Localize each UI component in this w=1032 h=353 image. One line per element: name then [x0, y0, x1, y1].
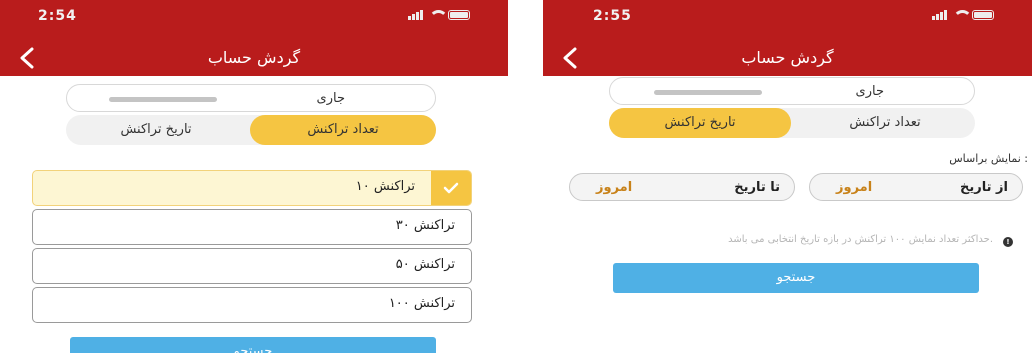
battery-icon: [972, 10, 994, 20]
wifi-icon: [953, 10, 972, 20]
phone-screen-transaction-count: 2:54 گردش حساب جاری تاریخ تراکنش تعداد ت…: [0, 0, 508, 353]
account-selector[interactable]: جاری: [609, 77, 975, 105]
signal-icon: [408, 10, 423, 20]
to-date-value: امروز: [596, 180, 633, 195]
tab-transaction-count[interactable]: تعداد تراکنش: [795, 108, 975, 138]
option-100-transactions[interactable]: ۱۰۰ تراکنش: [32, 287, 472, 323]
account-type-label: جاری: [316, 91, 345, 106]
account-selector[interactable]: جاری: [66, 84, 436, 112]
wifi-icon: [429, 10, 448, 20]
filter-heading: نمایش براساس :: [949, 152, 1028, 165]
tab-switcher: تاریخ تراکنش تعداد تراکنش: [609, 108, 975, 138]
battery-icon: [448, 10, 470, 20]
signal-icon: [932, 10, 947, 20]
option-10-transactions[interactable]: ۱۰ تراکنش: [32, 170, 472, 206]
from-date-value: امروز: [836, 180, 873, 195]
app-header: گردش حساب: [543, 40, 1032, 76]
option-label: ۵۰ تراکنش: [395, 257, 455, 272]
status-bar: 2:54: [0, 0, 508, 40]
status-bar: 2:55: [543, 0, 1032, 40]
account-number-masked: [654, 90, 762, 95]
account-number-masked: [109, 97, 217, 102]
from-date-label: از تاریخ: [960, 180, 1008, 195]
option-label: ۳۰ تراکنش: [395, 218, 455, 233]
info-icon: !: [1003, 237, 1013, 247]
tab-switcher: تاریخ تراکنش تعداد تراکنش: [66, 115, 436, 145]
status-icons: [932, 10, 994, 20]
to-date-label: تا تاریخ: [734, 180, 780, 195]
status-icons: [408, 10, 470, 20]
from-date-field[interactable]: از تاریخ امروز: [809, 173, 1023, 201]
search-button[interactable]: جستجو: [613, 263, 979, 293]
search-button[interactable]: جستجو: [70, 337, 436, 353]
check-icon: [431, 171, 471, 205]
to-date-field[interactable]: تا تاریخ امروز: [569, 173, 795, 201]
info-note: حداکثر تعداد نمایش ۱۰۰ تراکنش در بازه تا…: [728, 234, 993, 245]
option-50-transactions[interactable]: ۵۰ تراکنش: [32, 248, 472, 284]
phone-screen-transaction-date: 2:55 گردش حساب جاری تاریخ تراکنش تعداد ت…: [543, 0, 1032, 353]
status-time: 2:55: [593, 8, 632, 24]
page-title: گردش حساب: [207, 48, 301, 67]
option-label: ۱۰ تراکنش: [355, 179, 415, 194]
option-label: ۱۰۰ تراکنش: [388, 296, 455, 311]
tab-transaction-count[interactable]: تعداد تراکنش: [250, 115, 436, 145]
app-header: گردش حساب: [0, 40, 508, 76]
account-type-label: جاری: [855, 84, 884, 99]
page-title: گردش حساب: [741, 48, 834, 67]
tab-transaction-date[interactable]: تاریخ تراکنش: [609, 108, 791, 138]
tab-transaction-date[interactable]: تاریخ تراکنش: [66, 115, 246, 145]
option-30-transactions[interactable]: ۳۰ تراکنش: [32, 209, 472, 245]
status-time: 2:54: [38, 8, 77, 24]
